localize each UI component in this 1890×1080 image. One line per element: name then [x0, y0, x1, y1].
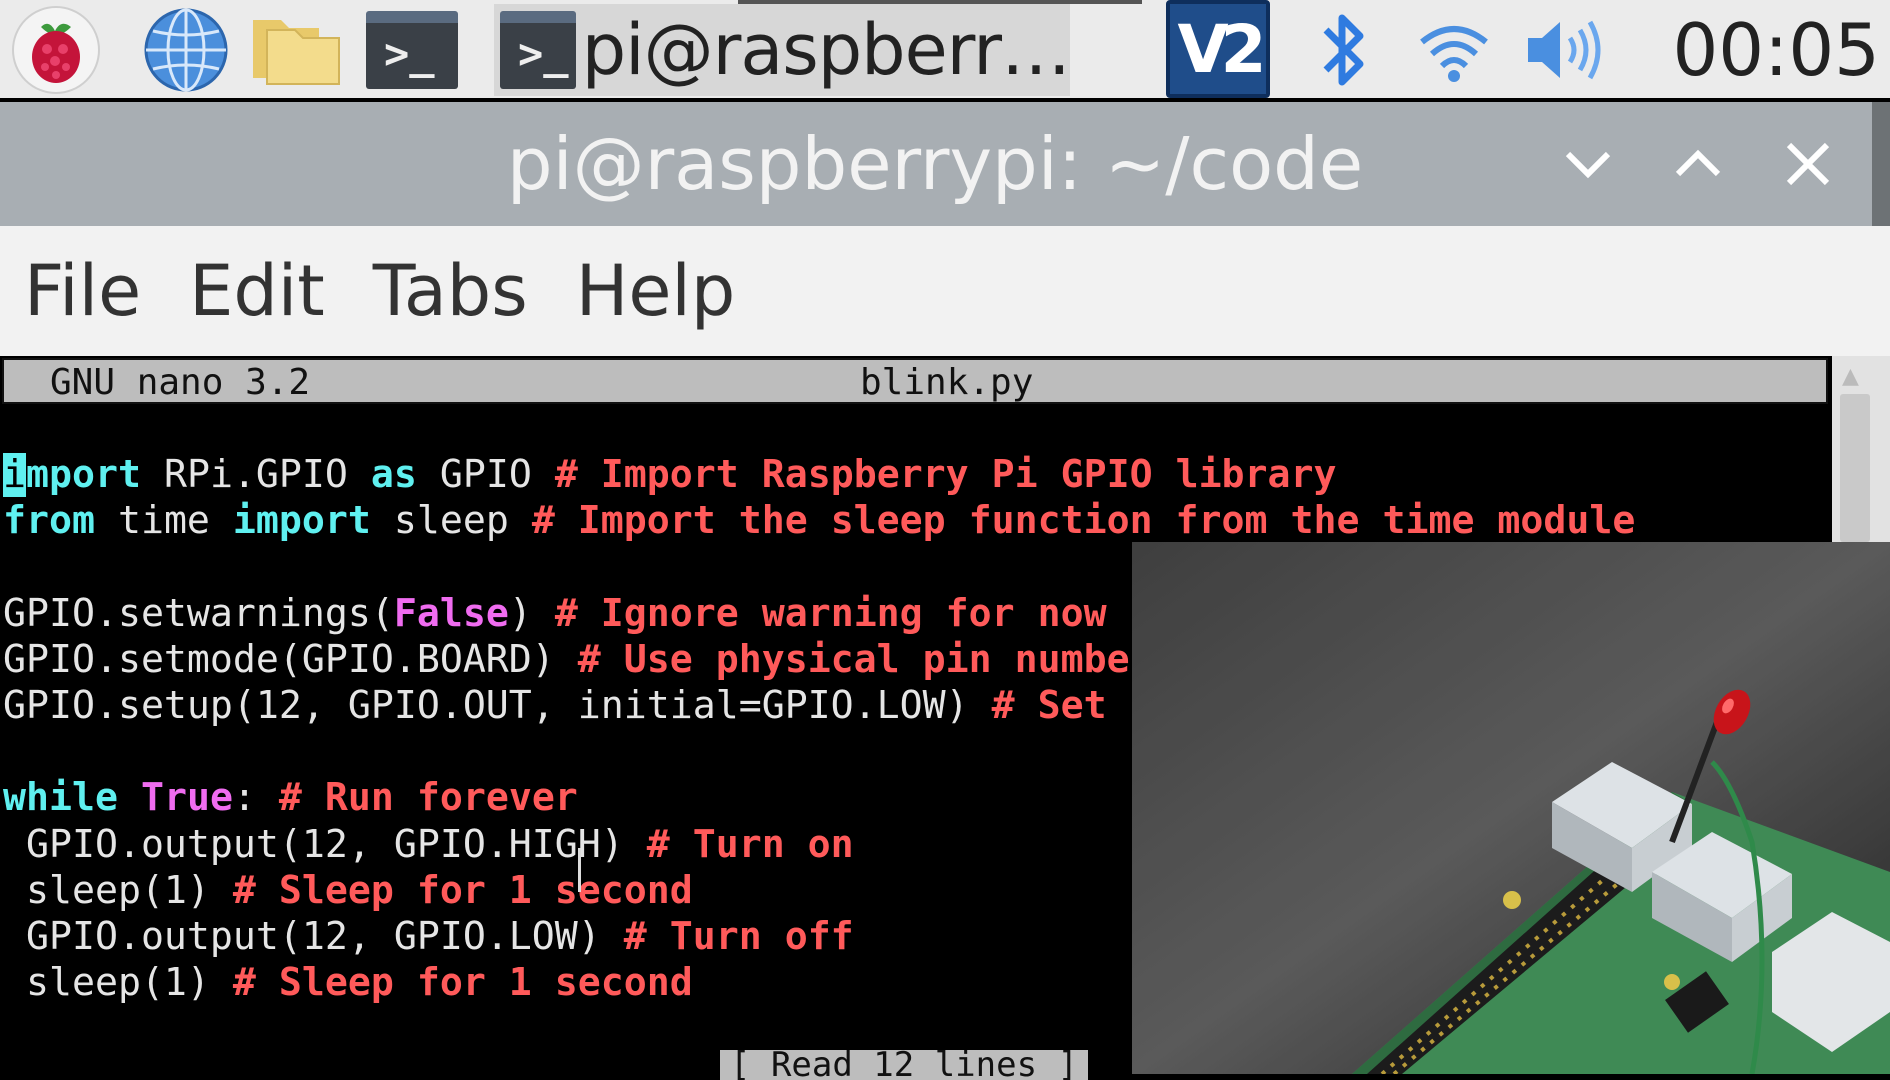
maximize-button[interactable] [1658, 124, 1738, 204]
window-edge [1872, 102, 1890, 226]
code-text: : [232, 776, 279, 821]
code-text: sleep(1) [3, 961, 233, 1006]
code-comment: # Turn on [646, 822, 854, 867]
code-text: GPIO.setup(12, GPIO.OUT, initial=GPIO.LO… [3, 683, 992, 728]
code-comment: # Set [991, 683, 1107, 728]
minimize-button[interactable] [1548, 124, 1628, 204]
code-text: GPIO [416, 453, 555, 497]
code-comment: # Use physical pin numbe [577, 637, 1130, 682]
bluetooth-icon[interactable] [1296, 4, 1392, 96]
code-text: GPIO.setwarnings( [3, 591, 394, 636]
vnc-icon[interactable]: V2 [1166, 0, 1270, 98]
vnc-label: V2 [1177, 10, 1266, 88]
menu-tabs[interactable]: Tabs [373, 250, 528, 332]
text-cursor-icon [578, 848, 581, 892]
menu-file[interactable]: File [24, 250, 141, 332]
terminal-icon: >_ [500, 11, 576, 89]
code-comment: # Sleep for 1 second [232, 961, 693, 1006]
scroll-up-icon[interactable]: ▲ [1842, 364, 1859, 389]
code-keyword: mport [26, 453, 141, 497]
code-comment: # Sleep for 1 second [232, 868, 693, 913]
menu-edit[interactable]: Edit [189, 250, 325, 332]
code-comment: # Ignore warning for now [554, 591, 1107, 636]
code-text: GPIO.setmode(GPIO.BOARD) [3, 637, 578, 682]
code-boolean: True [140, 776, 233, 821]
webcam-video-overlay [1132, 542, 1890, 1074]
code-boolean: False [393, 591, 509, 636]
menubar: File Edit Tabs Help [0, 226, 1890, 356]
code-text: sleep [370, 499, 532, 544]
code-comment: # Import the sleep function from the tim… [531, 499, 1636, 544]
scrollbar-thumb[interactable] [1840, 394, 1870, 542]
file-manager-icon[interactable] [248, 4, 344, 96]
code-text: sleep(1) [3, 868, 233, 913]
raspberry-menu-icon[interactable] [8, 4, 104, 96]
code-line[interactable]: from time import sleep # Import the slee… [3, 498, 1635, 544]
taskbar: >_ >_ pi@raspberr… V2 00:05 [0, 0, 1890, 98]
window-titlebar[interactable]: pi@raspberrypi: ~/code [0, 102, 1890, 226]
code-keyword: while [3, 776, 118, 821]
wifi-icon[interactable] [1406, 4, 1502, 96]
raspberry-pi-board-photo [1132, 542, 1890, 1074]
code-keyword: import [232, 499, 371, 544]
chevron-up-icon [1675, 149, 1721, 177]
nano-titlebar: GNU nano 3.2 blink.py [2, 358, 1828, 404]
menu-help[interactable]: Help [576, 250, 736, 332]
code-text: RPi.GPIO [140, 453, 371, 497]
web-browser-icon[interactable] [138, 4, 234, 96]
close-icon [1786, 142, 1830, 186]
clock[interactable]: 00:05 [1640, 8, 1881, 92]
code-comment: # Turn off [623, 914, 854, 959]
terminal-icon[interactable]: >_ [364, 4, 460, 96]
nano-filename: blink.py [860, 362, 1034, 403]
nano-status-message: [ Read 12 lines ] [720, 1050, 1088, 1080]
code-text: ) [508, 591, 555, 636]
code-keyword: as [370, 453, 417, 497]
code-text: GPIO.output(12, GPIO.HIGH) [3, 822, 647, 867]
task-button-label: pi@raspberr… [581, 9, 1071, 91]
volume-icon[interactable] [1516, 4, 1612, 96]
code-line[interactable]: import RPi.GPIO as GPIO # Import Raspber… [3, 452, 1635, 498]
code-text: GPIO.output(12, GPIO.LOW) [3, 914, 624, 959]
code-keyword: from [3, 499, 95, 544]
code-comment: # Import Raspberry Pi GPIO library [554, 453, 1337, 497]
nano-version: GNU nano 3.2 [50, 362, 311, 403]
code-text: time [94, 499, 233, 544]
terminal-task-button[interactable]: >_ pi@raspberr… [494, 4, 1071, 96]
close-button[interactable] [1768, 124, 1848, 204]
chevron-down-icon [1565, 151, 1611, 179]
code-comment: # Run forever [278, 776, 578, 821]
editor-cursor: i [3, 453, 26, 497]
